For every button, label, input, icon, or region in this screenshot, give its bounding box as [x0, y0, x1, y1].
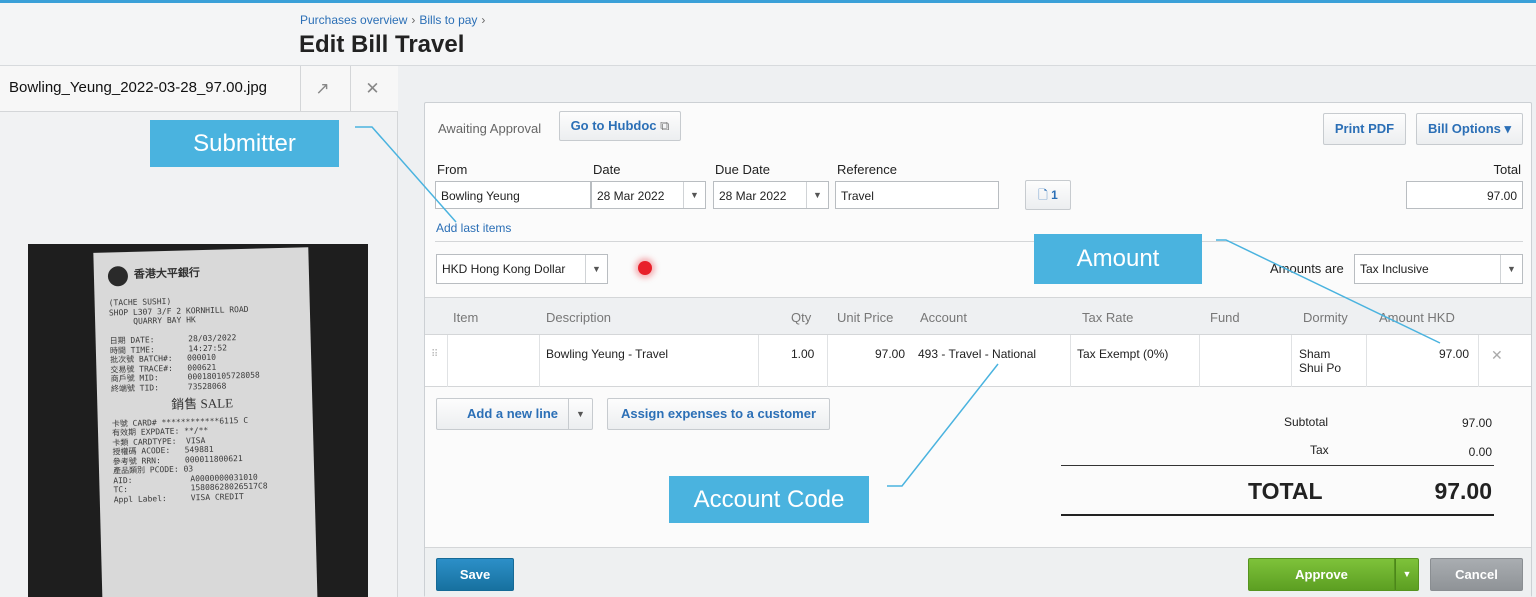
- connector-submitter: [355, 126, 457, 223]
- connector-amount: [1216, 239, 1441, 344]
- connector-account-code: [887, 363, 999, 487]
- callout-connectors: [355, 126, 1441, 487]
